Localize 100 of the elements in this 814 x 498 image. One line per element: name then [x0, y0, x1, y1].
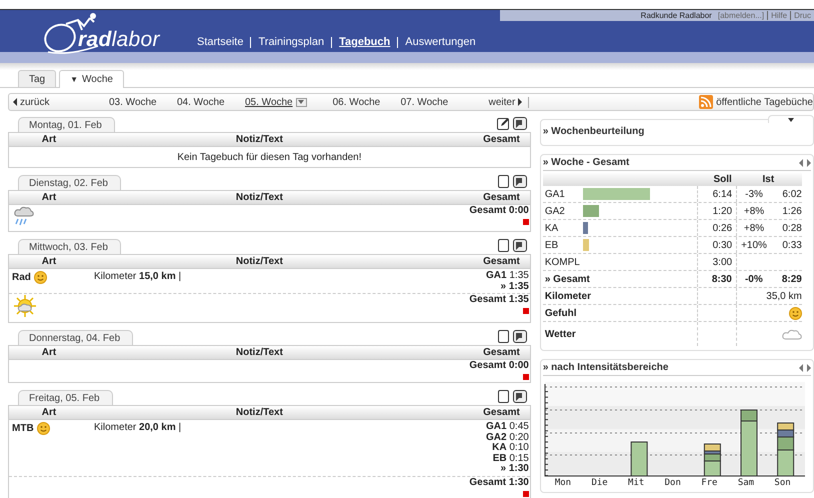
- row-label: » Gesamt: [542, 271, 698, 287]
- empty-page-icon[interactable]: [496, 175, 510, 188]
- panel-title[interactable]: » nach Intensitätsbereiche: [542, 362, 668, 373]
- week-link[interactable]: 07. Woche: [400, 96, 469, 108]
- column-header: Gesamt: [482, 134, 521, 145]
- week-link[interactable]: 05. Woche: [245, 96, 293, 108]
- day-total: Gesamt 0:00: [469, 360, 529, 371]
- percent-difference: -0%: [744, 274, 764, 284]
- column-header: Gesamt: [482, 256, 521, 267]
- nav-link[interactable]: Auswertungen: [397, 37, 483, 48]
- target-time: 0:30: [698, 237, 738, 253]
- view-tab[interactable]: ▼ Woche: [59, 70, 124, 88]
- column-header: Gesamt: [482, 407, 521, 418]
- column-header: Art: [40, 347, 58, 358]
- zone-name: EB: [544, 240, 560, 250]
- previous-arrow-icon[interactable]: [799, 158, 803, 166]
- day-tab[interactable]: Dienstag, 02. Feb: [18, 175, 121, 190]
- row-label: Wetter: [542, 322, 698, 346]
- percent-difference: -3%: [745, 188, 763, 200]
- axis-label: Mit: [628, 478, 646, 488]
- day-tab[interactable]: Freitag, 05. Feb: [18, 390, 113, 405]
- day-total: Gesamt 1:35: [469, 294, 529, 305]
- column-header: Gesamt: [482, 192, 521, 203]
- zone-name: KA: [544, 222, 560, 234]
- empty-page-icon[interactable]: [496, 330, 510, 343]
- panel-title[interactable]: » Woche - Gesamt: [542, 157, 630, 168]
- day-tab[interactable]: Mittwoch, 03. Feb: [18, 239, 121, 254]
- day-total: Gesamt 1:30: [469, 476, 529, 488]
- day-tab[interactable]: Donnerstag, 04. Feb: [18, 330, 134, 345]
- day-tab[interactable]: Montag, 01. Feb: [18, 117, 115, 132]
- target-time: 1:20: [698, 203, 738, 219]
- status-square-icon: [522, 490, 529, 496]
- row-label: Gefuhl: [542, 305, 698, 321]
- zone-time: GA1 1:35: [486, 271, 529, 282]
- column-header: Notiz/Text: [234, 256, 284, 267]
- next-link[interactable]: weiter: [488, 96, 530, 108]
- edit-icon[interactable]: [496, 117, 510, 130]
- panel-title[interactable]: » Wochenbeurteilung: [542, 126, 644, 137]
- axis-label: Mon: [554, 478, 572, 488]
- logo-wordmark[interactable]: radlabor: [78, 28, 160, 52]
- nav-link[interactable]: Tagebuch: [331, 37, 398, 48]
- column-header: Art: [40, 256, 58, 267]
- next-arrow-icon[interactable]: [807, 158, 811, 166]
- entry-sum: » 1:35: [500, 282, 529, 292]
- nav-link[interactable]: Startseite: [190, 37, 250, 48]
- row-label: Kilometer: [542, 288, 698, 304]
- comment-icon[interactable]: [512, 330, 527, 343]
- percent-difference: +10%: [741, 240, 767, 250]
- column-header: Art: [40, 407, 58, 418]
- target-time: 8:30: [698, 271, 737, 287]
- status-square-icon: [522, 308, 529, 314]
- day-total: Gesamt 0:00: [469, 205, 529, 216]
- column-header: Art: [40, 192, 58, 203]
- column-header: Art: [40, 134, 58, 145]
- panel-tab[interactable]: [768, 115, 814, 123]
- week-link[interactable]: 06. Woche: [332, 96, 401, 108]
- view-tab[interactable]: Tag: [18, 70, 56, 87]
- smiley-icon: [36, 422, 50, 435]
- actual-time: 0:33: [782, 240, 802, 250]
- axis-label: Die: [591, 478, 609, 488]
- dropdown-button[interactable]: [296, 98, 307, 106]
- empty-page-icon[interactable]: [496, 239, 510, 252]
- empty-message: Kein Tagebuch für diesen Tag vorhanden!: [176, 151, 363, 165]
- column-header: Ist: [762, 174, 776, 184]
- sport-type: Rad: [12, 272, 31, 283]
- target-time: 3:00: [698, 254, 738, 270]
- percent-difference: +8%: [744, 206, 764, 216]
- public-diaries-link[interactable]: öffentliche Tagebüche: [716, 96, 813, 108]
- column-header: Notiz/Text: [234, 192, 284, 203]
- cloud-icon: [782, 328, 802, 340]
- previous-arrow-icon[interactable]: [799, 364, 803, 372]
- actual-time: 0:28: [782, 222, 802, 234]
- nav-link[interactable]: Trainingsplan: [250, 37, 332, 48]
- actual-time: 8:29: [780, 274, 802, 284]
- status-square-icon: [522, 374, 529, 380]
- week-link[interactable]: 04. Woche: [177, 96, 245, 108]
- column-header: Soll: [712, 172, 733, 186]
- comment-icon[interactable]: [512, 390, 527, 403]
- axis-label: Sam: [738, 478, 756, 488]
- week-link[interactable]: 03. Woche: [109, 96, 177, 108]
- axis-label: Don: [664, 478, 682, 488]
- bar-segment: [630, 442, 648, 476]
- axis-label: Son: [774, 478, 792, 488]
- zone-time: GA1 0:45: [486, 422, 529, 432]
- zone-time: EB 0:15: [492, 454, 529, 464]
- zone-time: KA 0:10: [492, 443, 529, 454]
- note-text: Kilometer 15,0 km |: [93, 271, 182, 284]
- sport-type: MTB: [12, 423, 34, 434]
- actual-time: 1:26: [782, 206, 802, 216]
- comment-icon[interactable]: [512, 175, 527, 188]
- column-header: Gesamt: [482, 347, 521, 358]
- next-arrow-icon[interactable]: [807, 364, 811, 372]
- comment-icon[interactable]: [512, 117, 527, 130]
- empty-page-icon[interactable]: [496, 390, 510, 403]
- zone-name: KOMPL: [544, 256, 581, 268]
- rain-cloud-icon: [13, 205, 35, 227]
- actual-time: 6:02: [782, 188, 802, 200]
- comment-icon[interactable]: [512, 239, 527, 252]
- back-link[interactable]: zurück: [9, 96, 109, 108]
- zone-time: GA2 0:20: [486, 432, 529, 443]
